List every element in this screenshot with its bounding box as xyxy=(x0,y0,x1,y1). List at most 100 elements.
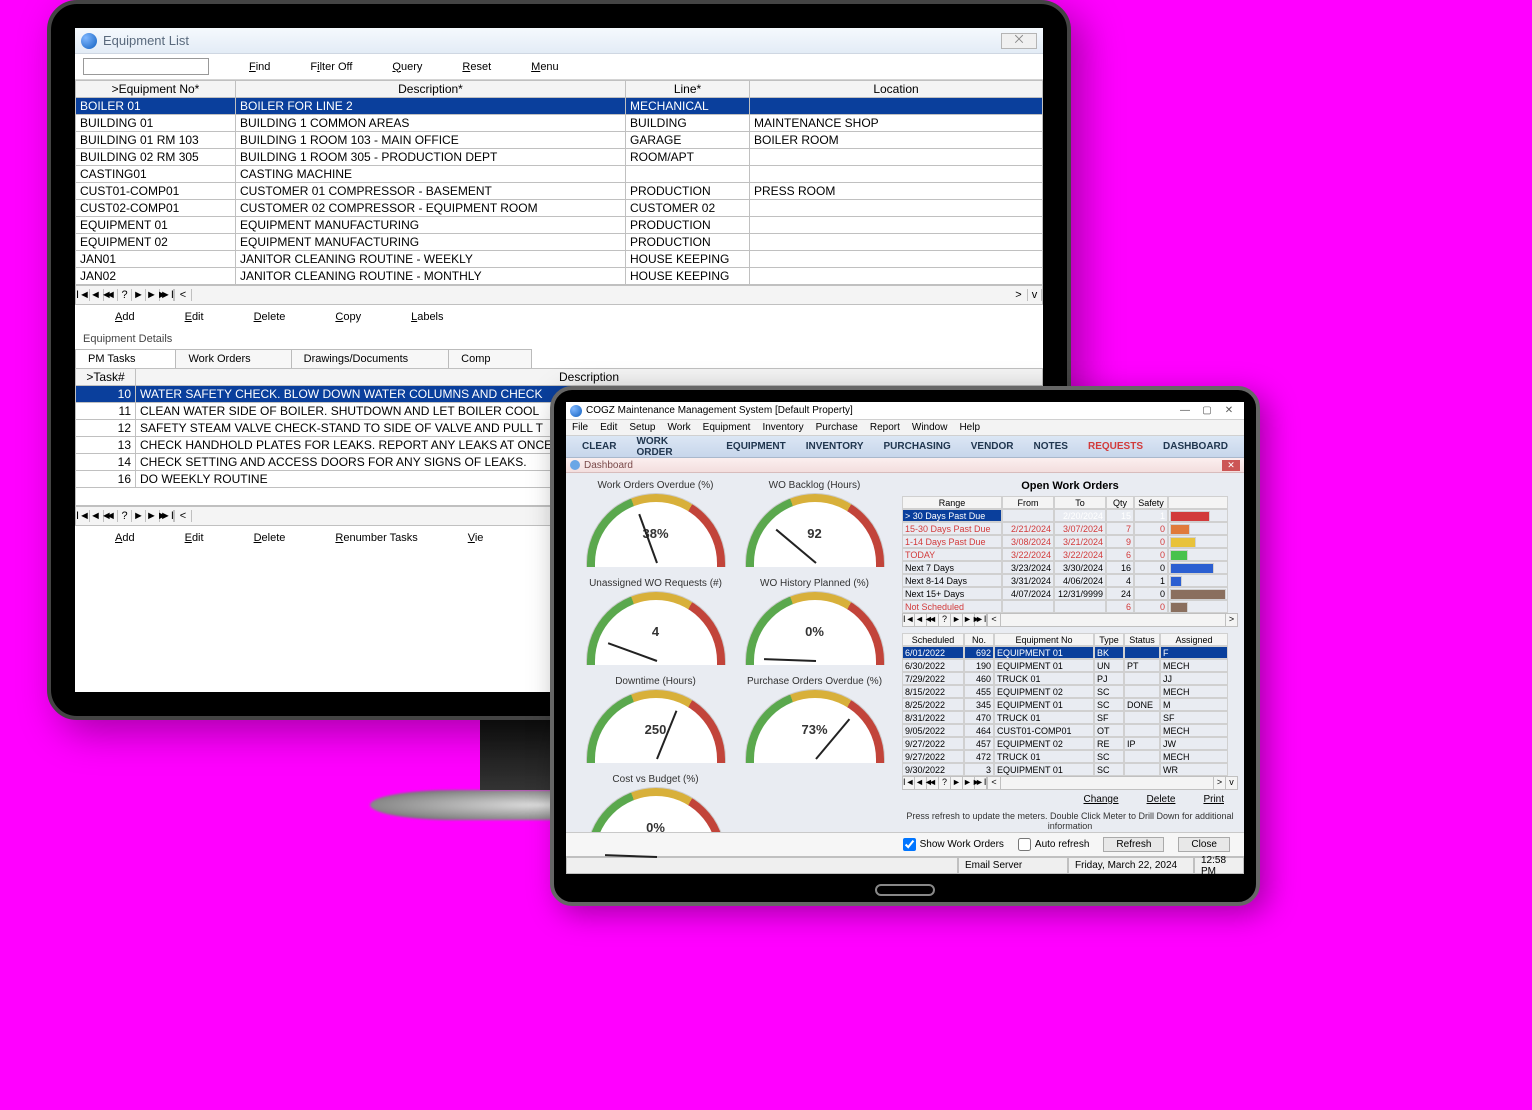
nav-first-icon[interactable]: I◄ xyxy=(903,614,915,626)
range-row[interactable]: 15-30 Days Past Due 2/21/2024 3/07/2024 … xyxy=(902,522,1238,535)
table-row[interactable]: BUILDING 01BUILDING 1 COMMON AREASBUILDI… xyxy=(76,115,1043,132)
ribbon-clear[interactable]: CLEAR xyxy=(582,441,616,452)
tablet-home-button[interactable] xyxy=(875,884,935,896)
schedule-row[interactable]: 9/27/2022 457 EQUIPMENT 02 RE IP JW xyxy=(902,737,1238,750)
tab-work-orders[interactable]: Work Orders xyxy=(175,349,291,368)
table-row[interactable]: BUILDING 02 RM 305BUILDING 1 ROOM 305 - … xyxy=(76,149,1043,166)
schedule-row[interactable]: 8/15/2022 455 EQUIPMENT 02 SC MECH xyxy=(902,685,1238,698)
tab-drawings[interactable]: Drawings/Documents xyxy=(291,349,450,368)
nav-first-icon[interactable]: I◄ xyxy=(76,510,90,522)
range-row[interactable]: 1-14 Days Past Due 3/08/2024 3/21/2024 9… xyxy=(902,535,1238,548)
hdr-range[interactable]: Range xyxy=(902,496,1002,509)
menu-purchase[interactable]: Purchase xyxy=(816,422,858,433)
delete-link[interactable]: Delete xyxy=(1147,794,1176,805)
query-menu[interactable]: Query xyxy=(392,61,422,73)
schedule-row[interactable]: 9/27/2022 472 TRUCK 01 SC MECH xyxy=(902,750,1238,763)
hdr-to[interactable]: To xyxy=(1054,496,1106,509)
hdr-from[interactable]: From xyxy=(1002,496,1054,509)
nav-first-icon[interactable]: I◄ xyxy=(903,777,915,789)
range-row[interactable]: > 30 Days Past Due 2/20/2024 15 1 xyxy=(902,509,1238,522)
change-link[interactable]: Change xyxy=(1084,794,1119,805)
sub-close-button[interactable]: ✕ xyxy=(1222,460,1240,471)
menu-help[interactable]: Help xyxy=(959,422,980,433)
nav-fastfwd-icon[interactable]: ►► xyxy=(146,289,160,301)
menu-work[interactable]: Work xyxy=(668,422,691,433)
gauge-dial[interactable]: 0% xyxy=(745,591,885,665)
menu-menu[interactable]: Menu xyxy=(531,61,559,73)
col-task-no[interactable]: >Task# xyxy=(76,369,136,386)
col-description[interactable]: Description* xyxy=(236,81,626,98)
ribbon-vendor[interactable]: VENDOR xyxy=(971,441,1014,452)
schedule-row[interactable]: 9/05/2022 464 CUST01-COMP01 OT MECH xyxy=(902,724,1238,737)
col-location[interactable]: Location xyxy=(750,81,1043,98)
nav-scroll-left-icon[interactable]: < xyxy=(174,510,192,522)
table-row[interactable]: EQUIPMENT 01EQUIPMENT MANUFACTURINGPRODU… xyxy=(76,217,1043,234)
menu-setup[interactable]: Setup xyxy=(629,422,655,433)
menu-equipment[interactable]: Equipment xyxy=(703,422,751,433)
table-row[interactable]: BUILDING 01 RM 103BUILDING 1 ROOM 103 - … xyxy=(76,132,1043,149)
tab-components[interactable]: Comp xyxy=(448,349,531,368)
edit-button[interactable]: Edit xyxy=(185,311,204,323)
gauge[interactable]: WO Backlog (Hours) 92 xyxy=(737,480,892,576)
nav-back-icon[interactable]: ◄ xyxy=(104,289,118,301)
col-equipment-no[interactable]: >Equipment No* xyxy=(76,81,236,98)
nav-scroll-down-icon[interactable]: v xyxy=(1028,289,1042,301)
range-navigator[interactable]: I◄◄◄◄?►►►►I < > xyxy=(902,613,1238,627)
nav-fwd-icon[interactable]: ► xyxy=(132,510,146,522)
nav-first-icon[interactable]: I◄ xyxy=(76,289,90,301)
menu-report[interactable]: Report xyxy=(870,422,900,433)
table-row[interactable]: BOILER 01BOILER FOR LINE 2MECHANICAL xyxy=(76,98,1043,115)
menu-inventory[interactable]: Inventory xyxy=(762,422,803,433)
nav-fastback-icon[interactable]: ◄◄ xyxy=(90,510,104,522)
hdr-type[interactable]: Type xyxy=(1094,633,1124,646)
maximize-button[interactable]: ▢ xyxy=(1196,405,1218,416)
table-row[interactable]: CUST01-COMP01CUSTOMER 01 COMPRESSOR - BA… xyxy=(76,183,1043,200)
nav-last-icon[interactable]: ►I xyxy=(975,614,987,626)
table-row[interactable]: CASTING01CASTING MACHINE xyxy=(76,166,1043,183)
range-row[interactable]: Next 8-14 Days 3/31/2024 4/06/2024 4 1 xyxy=(902,574,1238,587)
pm-view-button[interactable]: Vie xyxy=(468,532,484,544)
table-row[interactable]: CUST02-COMP01CUSTOMER 02 COMPRESSOR - EQ… xyxy=(76,200,1043,217)
show-wo-checkbox[interactable]: Show Work Orders xyxy=(903,838,1004,851)
close-button[interactable]: ⨉ xyxy=(1001,33,1037,49)
ribbon-purchasing[interactable]: PURCHASING xyxy=(884,441,951,452)
table-row[interactable]: EQUIPMENT 02EQUIPMENT MANUFACTURINGPRODU… xyxy=(76,234,1043,251)
find-menu[interactable]: Find xyxy=(249,61,270,73)
menu-window[interactable]: Window xyxy=(912,422,948,433)
schedule-row[interactable]: 8/31/2022 470 TRUCK 01 SF SF xyxy=(902,711,1238,724)
ribbon-inventory[interactable]: INVENTORY xyxy=(806,441,864,452)
range-row[interactable]: TODAY 3/22/2024 3/22/2024 6 0 xyxy=(902,548,1238,561)
hdr-status[interactable]: Status xyxy=(1124,633,1160,646)
gauge[interactable]: WO History Planned (%) 0% xyxy=(737,578,892,674)
col-task-desc[interactable]: Description xyxy=(136,369,1043,386)
print-link[interactable]: Print xyxy=(1203,794,1224,805)
equipment-grid[interactable]: >Equipment No* Description* Line* Locati… xyxy=(75,80,1043,285)
hdr-eqno[interactable]: Equipment No xyxy=(994,633,1094,646)
pm-add-button[interactable]: Add xyxy=(115,532,135,544)
nav-last-icon[interactable]: ►I xyxy=(975,777,987,789)
close-button[interactable]: ✕ xyxy=(1218,405,1240,416)
ribbon-equipment[interactable]: EQUIPMENT xyxy=(726,441,785,452)
range-row[interactable]: Next 7 Days 3/23/2024 3/30/2024 16 0 xyxy=(902,561,1238,574)
tab-pm-tasks[interactable]: PM Tasks xyxy=(75,349,176,368)
menu-file[interactable]: File xyxy=(572,422,588,433)
nav-fastfwd-icon[interactable]: ►► xyxy=(146,510,160,522)
delete-button[interactable]: Delete xyxy=(254,311,286,323)
nav-help-icon[interactable]: ? xyxy=(118,289,132,301)
range-row[interactable]: Next 15+ Days 4/07/2024 12/31/9999 24 0 xyxy=(902,587,1238,600)
table-row[interactable]: JAN01JANITOR CLEANING ROUTINE - WEEKLYHO… xyxy=(76,251,1043,268)
schedule-row[interactable]: 7/29/2022 460 TRUCK 01 PJ JJ xyxy=(902,672,1238,685)
nav-scroll-left-icon[interactable]: < xyxy=(174,289,192,301)
nav-fastback-icon[interactable]: ◄◄ xyxy=(90,289,104,301)
gauge-dial[interactable]: 92 xyxy=(745,493,885,567)
gauge[interactable]: Work Orders Overdue (%) 38% xyxy=(578,480,733,576)
ribbon-work-order[interactable]: WORK ORDER xyxy=(636,436,706,458)
reset-menu[interactable]: Reset xyxy=(462,61,491,73)
nav-last-icon[interactable]: ►I xyxy=(160,510,174,522)
schedule-row[interactable]: 6/01/2022 692 EQUIPMENT 01 BK F xyxy=(902,646,1238,659)
nav-scroll-right-icon[interactable]: > xyxy=(1010,289,1028,301)
pm-renumber-button[interactable]: Renumber Tasks xyxy=(335,532,417,544)
copy-button[interactable]: Copy xyxy=(335,311,361,323)
gauge-dial[interactable]: 250 xyxy=(586,689,726,763)
menu-edit[interactable]: Edit xyxy=(600,422,617,433)
